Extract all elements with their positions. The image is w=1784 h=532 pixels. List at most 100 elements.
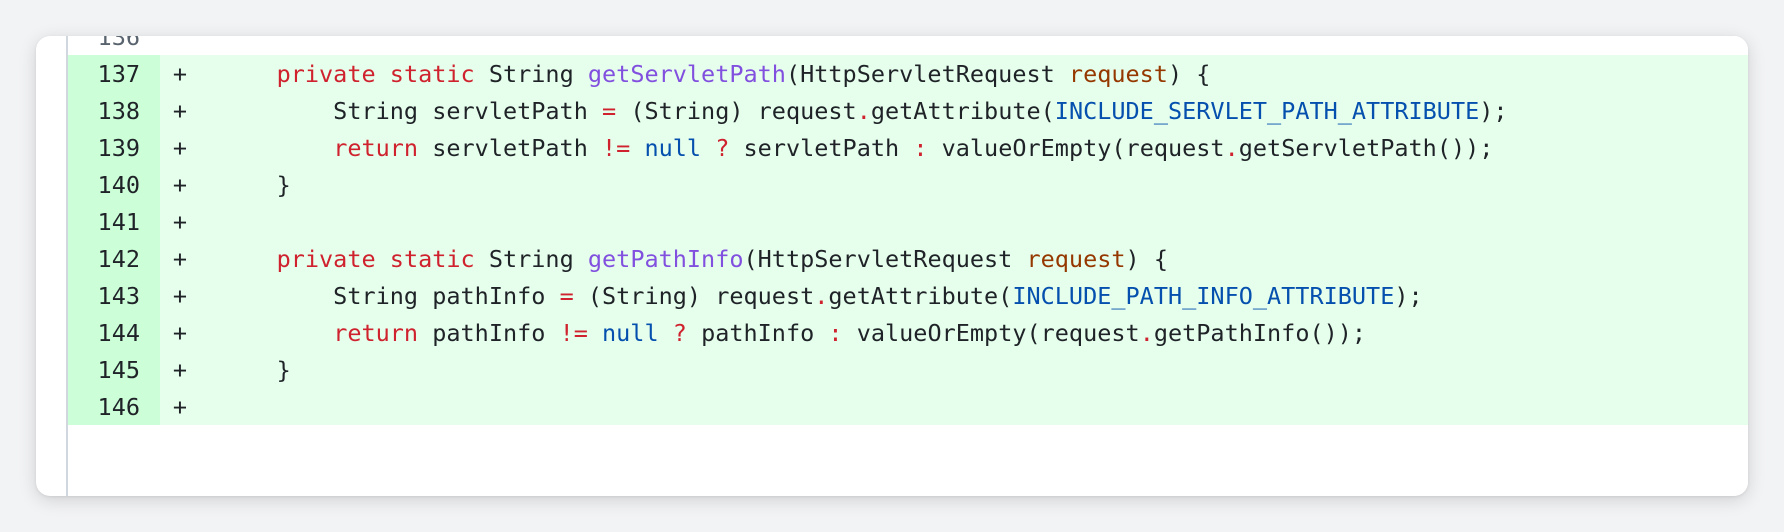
line-number[interactable]: 141 — [68, 203, 160, 240]
code-token: (String) request — [573, 281, 815, 310]
code-token: (String) request — [616, 96, 857, 125]
code-token: . — [856, 96, 871, 125]
code-line: return servletPath != null ? servletPath… — [200, 134, 1748, 162]
diff-marker: + — [172, 59, 188, 88]
code-token: = — [559, 281, 574, 310]
code-token: : — [913, 133, 928, 162]
diff-marker: + — [172, 244, 188, 273]
line-number[interactable]: 139 — [68, 129, 160, 166]
code-line: } — [200, 356, 1748, 384]
line-number[interactable]: 137 — [68, 55, 160, 92]
code-token: INCLUDE_PATH_INFO_ATTRIBUTE — [1012, 281, 1395, 310]
code-token: ); — [1479, 96, 1508, 125]
code-token: != — [602, 133, 631, 162]
code-line: } — [200, 171, 1748, 199]
code-line: String servletPath = (String) request.ge… — [200, 97, 1748, 125]
code-token: getAttribute( — [870, 96, 1055, 125]
code-token: private — [276, 244, 376, 273]
code-token: (HttpServletRequest — [785, 59, 1069, 88]
code-token: getServletPath — [587, 59, 786, 88]
code-token: servletPath — [729, 133, 914, 162]
code-token: static — [389, 244, 475, 273]
code-token: String — [474, 59, 588, 88]
code-line: private static String getServletPath(Htt… — [200, 60, 1748, 88]
diff-view: 136 137 + private static String getServlet… — [66, 36, 1748, 496]
code-token: ); — [1394, 281, 1423, 310]
code-token: valueOrEmpty(request — [927, 133, 1225, 162]
code-token: request — [1026, 244, 1126, 273]
code-token: getPathInfo — [587, 244, 744, 273]
diff-marker: + — [172, 170, 188, 199]
diff-added-line: 140 + } — [68, 166, 1748, 203]
code-token: servletPath — [418, 133, 603, 162]
diff-added-line: 139 + return servletPath != null ? servle… — [68, 129, 1748, 166]
code-token: : — [828, 318, 843, 347]
line-number[interactable]: 142 — [68, 240, 160, 277]
diff-marker: + — [172, 207, 188, 236]
code-token: getServletPath()); — [1238, 133, 1494, 162]
line-number[interactable]: 145 — [68, 351, 160, 388]
code-token: } — [220, 170, 291, 199]
diff-added-line: 141 + — [68, 203, 1748, 240]
diff-marker: + — [172, 281, 188, 310]
line-number[interactable]: 140 — [68, 166, 160, 203]
code-token: pathInfo — [686, 318, 829, 347]
line-number[interactable]: 146 — [68, 388, 160, 425]
code-token: return — [333, 133, 419, 162]
diff-added-line: 143 + String pathInfo = (String) request.… — [68, 277, 1748, 314]
code-token: != — [559, 318, 588, 347]
line-number[interactable]: 143 — [68, 277, 160, 314]
code-token: null — [644, 133, 702, 162]
code-token: ) { — [1125, 244, 1168, 273]
diff-added-line: 142 + private static String getPathInfo(H… — [68, 240, 1748, 277]
code-token: String — [474, 244, 588, 273]
code-token: INCLUDE_SERVLET_PATH_ATTRIBUTE — [1054, 96, 1480, 125]
code-token: (HttpServletRequest — [743, 244, 1027, 273]
diff-window: 136 137 + private static String getServlet… — [36, 36, 1748, 496]
diff-added-line: 137 + private static String getServletPat… — [68, 55, 1748, 92]
code-token: ? — [672, 318, 687, 347]
code-token: request — [1068, 59, 1168, 88]
code-line: return pathInfo != null ? pathInfo : val… — [200, 319, 1748, 347]
code-token: pathInfo — [418, 318, 560, 347]
code-token: valueOrEmpty(request — [842, 318, 1140, 347]
diff-added-line: 138 + String servletPath = (String) reque… — [68, 92, 1748, 129]
code-token: = — [602, 96, 617, 125]
code-token: static — [389, 59, 475, 88]
code-token: ? — [715, 133, 730, 162]
code-token: } — [220, 355, 291, 384]
diff-marker: + — [172, 318, 188, 347]
diff-marker: + — [172, 355, 188, 384]
code-line: private static String getPathInfo(HttpSe… — [200, 245, 1748, 273]
code-token: return — [333, 318, 419, 347]
code-token: . — [1224, 133, 1239, 162]
code-token: private — [276, 59, 376, 88]
diff-marker: + — [172, 392, 188, 421]
diff-context-line: 136 — [68, 36, 1748, 55]
code-token: getPathInfo()); — [1153, 318, 1367, 347]
diff-added-line: 144 + return pathInfo != null ? pathInfo … — [68, 314, 1748, 351]
code-token: String servletPath — [220, 96, 603, 125]
code-line: String pathInfo = (String) request.getAt… — [200, 282, 1748, 310]
diff-added-line: 146 + — [68, 388, 1748, 425]
line-number[interactable]: 136 — [68, 36, 160, 55]
diff-marker: + — [172, 133, 188, 162]
line-number[interactable]: 144 — [68, 314, 160, 351]
code-token: String pathInfo — [220, 281, 560, 310]
code-token: null — [602, 318, 659, 347]
code-token: . — [814, 281, 829, 310]
line-number[interactable]: 138 — [68, 92, 160, 129]
code-token: ) { — [1167, 59, 1211, 88]
code-token: . — [1139, 318, 1154, 347]
diff-marker: + — [172, 96, 188, 125]
